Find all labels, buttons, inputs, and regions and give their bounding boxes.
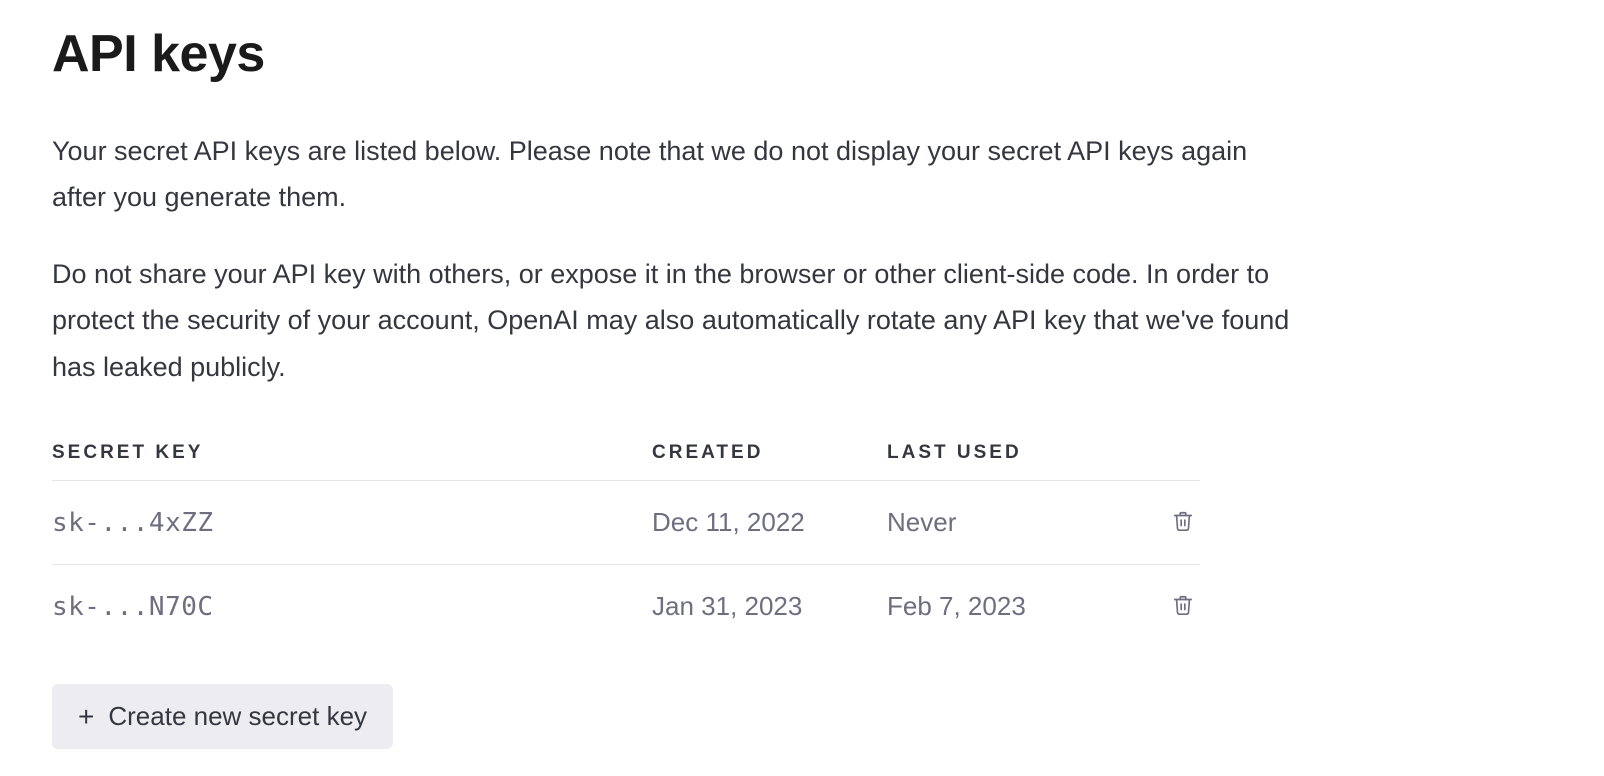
description-paragraph-1: Your secret API keys are listed below. P…: [52, 128, 1292, 221]
last-used-value: Feb 7, 2023: [887, 565, 1152, 649]
table-row: sk-...4xZZ Dec 11, 2022 Never: [52, 481, 1200, 565]
create-button-label: Create new secret key: [108, 701, 367, 732]
description-paragraph-2: Do not share your API key with others, o…: [52, 251, 1292, 390]
header-actions: [1152, 442, 1200, 481]
last-used-value: Never: [887, 481, 1152, 565]
delete-key-button[interactable]: [1166, 587, 1200, 626]
table-row: sk-...N70C Jan 31, 2023 Feb 7, 2023: [52, 565, 1200, 649]
trash-icon: [1172, 509, 1194, 536]
created-value: Dec 11, 2022: [652, 481, 887, 565]
created-value: Jan 31, 2023: [652, 565, 887, 649]
header-created: CREATED: [652, 442, 887, 481]
secret-key-value: sk-...4xZZ: [52, 508, 214, 538]
header-secret-key: SECRET KEY: [52, 442, 652, 481]
page-title: API keys: [52, 24, 1552, 84]
create-new-secret-key-button[interactable]: + Create new secret key: [52, 684, 393, 749]
trash-icon: [1172, 593, 1194, 620]
secret-key-value: sk-...N70C: [52, 592, 214, 622]
plus-icon: +: [78, 703, 94, 731]
delete-key-button[interactable]: [1166, 503, 1200, 542]
header-last-used: LAST USED: [887, 442, 1152, 481]
api-keys-table: SECRET KEY CREATED LAST USED sk-...4xZZ …: [52, 442, 1200, 648]
